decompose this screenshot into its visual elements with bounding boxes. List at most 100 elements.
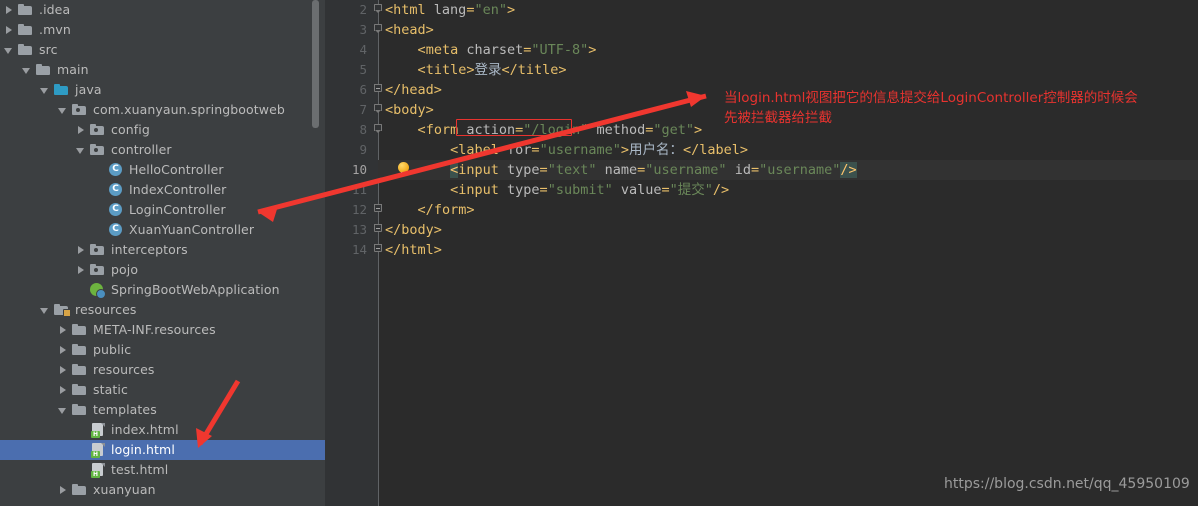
tree-item-springbootwebapplication[interactable]: SpringBootWebApplication: [0, 280, 325, 300]
tree-item-resources[interactable]: resources: [0, 300, 325, 320]
java-class-icon: [108, 182, 124, 198]
code-token: </: [682, 142, 700, 158]
code-line-12[interactable]: 12 </form>: [325, 200, 1198, 220]
tree-item-xuanyuan[interactable]: xuanyuan: [0, 480, 325, 500]
tree-item-meta-inf-resources[interactable]: META-INF.resources: [0, 320, 325, 340]
code-line-3[interactable]: 3 <head>: [325, 20, 1198, 40]
folder-icon: [18, 22, 34, 38]
chevron-down-icon[interactable]: [58, 105, 69, 116]
tree-item-main[interactable]: main: [0, 60, 325, 80]
chevron-down-icon[interactable]: [40, 305, 51, 316]
tree-item-label: test.html: [111, 462, 169, 477]
code-token: />: [712, 182, 730, 198]
project-tool-window[interactable]: .idea .mvn src main java com.xuanyaun.springb…: [0, 0, 325, 506]
tree-item-index-html[interactable]: index.html: [0, 420, 325, 440]
code-line-2[interactable]: 2 <html lang="en">: [325, 0, 1198, 20]
chevron-right-icon[interactable]: [76, 265, 87, 276]
tree-item-label: .idea: [39, 2, 71, 17]
line-number: 4: [359, 42, 367, 57]
project-panel-scrollbar[interactable]: [312, 0, 319, 128]
code-token: name: [604, 162, 638, 178]
tree-item-src[interactable]: src: [0, 40, 325, 60]
code-token: </: [385, 242, 402, 258]
tree-item-hellocontroller[interactable]: HelloController: [0, 160, 325, 180]
tree-item-interceptors[interactable]: interceptors: [0, 240, 325, 260]
code-line-14[interactable]: 14 </html>: [325, 240, 1198, 260]
tree-item-label: com.xuanyaun.springbootweb: [93, 102, 285, 117]
tree-item-com-xuanyaun-springbootweb[interactable]: com.xuanyaun.springbootweb: [0, 100, 325, 120]
fold-tip: [374, 10, 381, 13]
chevron-right-icon[interactable]: [4, 25, 15, 36]
tree-item-label: index.html: [111, 422, 179, 437]
tree-item-public[interactable]: public: [0, 340, 325, 360]
project-tree[interactable]: .idea .mvn src main java com.xuanyaun.springb…: [0, 0, 325, 500]
chevron-right-icon[interactable]: [76, 245, 87, 256]
tree-item-test-html[interactable]: test.html: [0, 460, 325, 480]
chevron-right-icon[interactable]: [58, 325, 69, 336]
tree-item--mvn[interactable]: .mvn: [0, 20, 325, 40]
chevron-down-icon[interactable]: [76, 145, 87, 156]
tree-item-login-html[interactable]: login.html: [0, 440, 325, 460]
code-token: </: [501, 62, 518, 78]
code-editor[interactable]: 2 <html lang="en"> 3 <head> 4 <meta charset="…: [325, 0, 1198, 506]
tree-item-java[interactable]: java: [0, 80, 325, 100]
code-line-5[interactable]: 5 <title>登录</title>: [325, 60, 1198, 80]
chevron-right-icon[interactable]: [58, 385, 69, 396]
chevron-right-icon[interactable]: [4, 5, 15, 16]
resources-root-folder-icon: [54, 302, 71, 318]
code-line-10[interactable]: 10 <input type="text" name="username" id=…: [325, 160, 1198, 180]
tree-item-pojo[interactable]: pojo: [0, 260, 325, 280]
intention-lightbulb-icon[interactable]: [397, 162, 410, 177]
fold-end-icon[interactable]: [374, 204, 383, 215]
fold-end-icon[interactable]: [374, 224, 383, 235]
fold-end-icon[interactable]: [374, 244, 383, 255]
tree-item-controller[interactable]: controller: [0, 140, 325, 160]
code-token: >: [433, 242, 442, 258]
chevron-down-icon[interactable]: [58, 405, 69, 416]
code-token: type: [507, 182, 540, 198]
watermark-url: https://blog.csdn.net/qq_45950109: [944, 476, 1190, 492]
folder-icon: [36, 62, 52, 78]
tree-item-static[interactable]: static: [0, 380, 325, 400]
chevron-right-icon[interactable]: [76, 125, 87, 136]
chevron-right-icon[interactable]: [58, 365, 69, 376]
package-dot-icon: [94, 128, 98, 132]
fold-start-icon[interactable]: [374, 124, 383, 135]
chevron-right-icon[interactable]: [58, 485, 69, 496]
code-token: >: [433, 82, 442, 98]
fold-start-icon[interactable]: [374, 4, 383, 15]
code-token: title: [517, 62, 559, 78]
page-fold-icon: [101, 423, 105, 427]
tree-item-xuanyuancontroller[interactable]: XuanYuanController: [0, 220, 325, 240]
package-icon: [90, 142, 106, 158]
tree-item-label: .mvn: [39, 22, 71, 37]
chevron-down-icon[interactable]: [40, 85, 51, 96]
tree-item-label: pojo: [111, 262, 139, 277]
code-token: />: [840, 162, 857, 178]
tree-item-logincontroller[interactable]: LoginController: [0, 200, 325, 220]
code-token: "text": [547, 162, 597, 178]
code-line-9[interactable]: 9 <label for="username">用户名：</label>: [325, 140, 1198, 160]
code-line-13[interactable]: 13 </body>: [325, 220, 1198, 240]
tree-item-resources[interactable]: resources: [0, 360, 325, 380]
code-token: body: [393, 102, 426, 118]
code-token: >: [466, 202, 475, 218]
chevron-right-icon[interactable]: [58, 345, 69, 356]
fold-end-icon[interactable]: [374, 84, 383, 95]
code-text: </form>: [418, 200, 475, 220]
tree-item--idea[interactable]: .idea: [0, 0, 325, 20]
chevron-down-icon[interactable]: [4, 45, 15, 56]
fold-start-icon[interactable]: [374, 24, 383, 35]
code-line-4[interactable]: 4 <meta charset="UTF-8">: [325, 40, 1198, 60]
chevron-down-icon[interactable]: [22, 65, 33, 76]
code-token: <: [417, 42, 426, 58]
code-line-11[interactable]: 11 <input type="submit" value="提交"/>: [325, 180, 1198, 200]
tree-item-config[interactable]: config: [0, 120, 325, 140]
tree-item-indexcontroller[interactable]: IndexController: [0, 180, 325, 200]
tree-item-templates[interactable]: templates: [0, 400, 325, 420]
fold-start-icon[interactable]: [374, 104, 383, 115]
line-number: 12: [351, 202, 367, 217]
